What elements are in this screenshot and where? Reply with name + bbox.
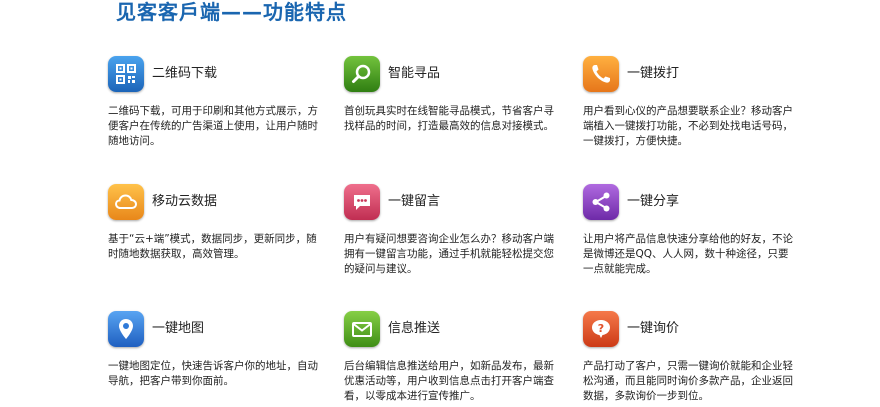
question-bubble-icon: ? (583, 311, 619, 347)
feature-name: 智能寻品 (388, 66, 441, 81)
feature-description: 让用户将产品信息快速分享给他的好友，不论是微博还是QQ、人人网，数十种途径，只要… (583, 233, 793, 275)
feature-name: 信息推送 (388, 321, 441, 336)
feature-description: 一键地图定位，快速告诉客户你的地址，自动导航，把客户带到你面前。 (108, 360, 318, 387)
phone-icon (583, 56, 619, 92)
svg-text:?: ? (598, 322, 604, 335)
page-title: 见客客戶端——功能特点 (116, 0, 347, 24)
feature-description: 用户看到心仪的产品想要联系企业？移动客户端植入一键拨打功能，不必到处找电话号码，… (583, 105, 793, 147)
feature-description: 首创玩具实时在线智能寻品模式，节省客户寻找样品的时间，打造最高效的信息对接模式。 (344, 105, 554, 132)
feature-name: 移动云数据 (152, 194, 218, 209)
feature-description: 后台编辑信息推送给用户，如新品发布，最新优惠活动等，用户收到信息点击打开客户端查… (344, 360, 554, 402)
qr-code-icon (108, 56, 144, 92)
feature-name: 一键拨打 (627, 66, 680, 81)
map-pin-icon (108, 311, 144, 347)
feature-description: 产品打动了客户，只需一键询价就能和企业轻松沟通，而且能同时询价多款产品，企业返回… (583, 360, 793, 402)
magnifier-icon (344, 56, 380, 92)
cloud-icon (108, 184, 144, 220)
envelope-icon (344, 311, 380, 347)
feature-name: 二维码下载 (152, 66, 218, 81)
feature-name: 一键分享 (627, 194, 680, 209)
feature-name: 一键询价 (627, 321, 680, 336)
feature-description: 二维码下载，可用于印刷和其他方式展示，方便客户在传统的广告渠道上使用，让用户随时… (108, 105, 318, 147)
chat-bubble-icon (344, 184, 380, 220)
feature-description: 基于“云+端”模式，数据同步，更新同步，随时随地数据获取，高效管理。 (108, 233, 317, 260)
share-icon (583, 184, 619, 220)
feature-name: 一键地图 (152, 321, 205, 336)
feature-description: 用户有疑问想要咨询企业怎么办？移动客户端拥有一键留言功能，通过手机就能轻松提交您… (344, 233, 554, 275)
feature-name: 一键留言 (388, 194, 441, 209)
